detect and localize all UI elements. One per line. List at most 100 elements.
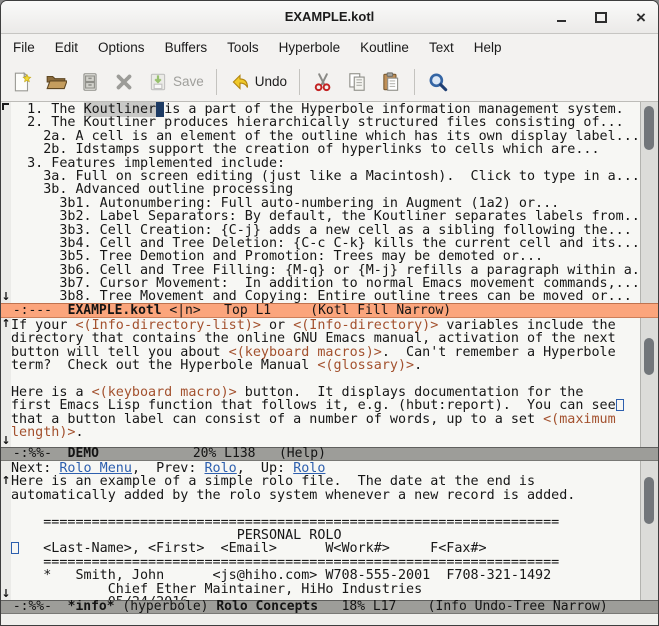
undo-icon <box>229 71 251 93</box>
hollow-cursor <box>615 399 624 412</box>
more-above-arrow-icon: ↑ <box>1 318 11 330</box>
menu-item-text[interactable]: Text <box>419 34 464 62</box>
hyperbole-button[interactable]: <(glossary)> <box>317 358 414 373</box>
more-below-arrow-icon: ↓ <box>1 587 11 600</box>
demo-help-buffer-text: If your <(Info-directory-list)> or <(Inf… <box>11 318 640 447</box>
menu-item-options[interactable]: Options <box>88 34 155 62</box>
more-below-arrow-icon: ↓ <box>1 290 11 303</box>
save-button-label: Save <box>173 74 204 89</box>
info-mode-line[interactable]: -:%%- *info* (hyperbole) Rolo Concepts 1… <box>1 600 658 614</box>
buffer-line: 3. Features implemented include: <box>11 156 640 170</box>
toolbar-separator <box>215 68 217 95</box>
menu-bar: File Edit Options Buffers Tools Hyperbole Kout… <box>1 34 658 62</box>
buffer-line: 2a. A cell is an element of the outline … <box>11 130 640 143</box>
mode-line-text: 18% L17 (Info Undo-Tree Narrow) <box>318 600 608 614</box>
buffer-line: automatically added by the rolo system w… <box>11 489 640 502</box>
undo-button[interactable]: Undo <box>229 71 287 93</box>
menu-item-buffers[interactable]: Buffers <box>155 34 218 62</box>
demo-mode-line[interactable]: -:%%- DEMO 20% L138 (Help) <box>1 447 658 461</box>
echo-area[interactable] <box>1 614 658 625</box>
mode-line-text: DEMO <box>67 447 99 461</box>
scrollbar-thumb[interactable] <box>644 338 654 375</box>
copy-button[interactable] <box>346 71 368 93</box>
hollow-cursor <box>11 542 19 555</box>
new-file-icon <box>11 71 33 93</box>
left-fringe: ↓ <box>1 102 11 303</box>
minimize-icon <box>556 20 566 22</box>
buffer-line: 3a. Full on screen editing (just like a … <box>11 170 640 183</box>
buffer-line: first Emacs Lisp function that follows i… <box>11 399 640 413</box>
left-fringe: ↑ ↓ <box>1 461 11 600</box>
text-segment: 05/24/2016 <box>11 595 189 600</box>
title-bar: EXAMPLE.kotl × <box>1 1 658 34</box>
text-segment: term? Check out the Hyperbole Manual <box>11 358 318 374</box>
text-segment: . <box>75 425 84 441</box>
paste-button[interactable] <box>380 71 402 93</box>
menu-item-tools[interactable]: Tools <box>217 34 269 62</box>
buffer-line: PERSONAL ROLO <box>11 529 640 542</box>
mode-line-text: -:%%- <box>5 447 68 461</box>
dired-button[interactable] <box>79 71 101 93</box>
buffer-line: If your <(Info-directory-list)> or <(Inf… <box>11 319 640 332</box>
left-fringe: ↑ ↓ <box>1 318 11 447</box>
buffer-line: ========================================… <box>11 556 640 569</box>
close-icon: × <box>636 7 646 27</box>
buffer-line: directory that contains the online GNU E… <box>11 332 640 345</box>
buffer-line: 3b8. Tree Movement and Copying: Entire o… <box>11 290 640 303</box>
maximize-icon <box>595 11 607 23</box>
buffer-line: 3b7. Cursor Movement: In addition to nor… <box>11 277 640 290</box>
new-file-button[interactable] <box>11 71 33 93</box>
menu-item-koutline[interactable]: Koutline <box>350 34 419 62</box>
open-file-button[interactable] <box>45 71 67 93</box>
scrollbar[interactable] <box>640 318 658 447</box>
menu-item-edit[interactable]: Edit <box>45 34 88 62</box>
hyperbole-button[interactable]: length)> <box>11 425 76 440</box>
more-below-arrow-icon: ↓ <box>1 434 11 447</box>
hyperbole-button[interactable]: <(maximum <box>543 412 616 427</box>
maximize-button[interactable] <box>590 6 612 28</box>
buffer-line: length)>. <box>11 426 640 439</box>
buffer-line <box>11 373 640 386</box>
cut-button[interactable] <box>312 71 334 93</box>
mode-line-text: <|n> Top L1 (Kotl Fill Narrow) <box>161 303 452 318</box>
kotl-mode-line[interactable]: -:--- EXAMPLE.kotl <|n> Top L1 (Kotl Fil… <box>1 303 658 318</box>
menu-item-help[interactable]: Help <box>464 34 512 62</box>
scrollbar[interactable] <box>640 102 658 303</box>
buffer-line: * Smith, John <js@hiho.com> W708-555-200… <box>11 569 640 582</box>
buffer-line: <Last-Name>, <First> <Email> W<Work#> F<… <box>11 542 640 556</box>
buffer-line: 3b6. Cell and Tree Filling: {M-q} or {M-… <box>11 263 640 277</box>
buffer-line: 2. The Koutliner produces hierarchically… <box>11 116 640 129</box>
buffer-line: 3b4. Cell and Tree Deletion: {C-c C-k} k… <box>11 237 640 250</box>
minimize-button[interactable] <box>550 6 572 28</box>
info-rolo-buffer-window[interactable]: ↑ ↓ Next: Rolo Menu, Prev: Rolo, Up: Rol… <box>1 461 658 600</box>
buffer-line: that a button label can consist of a num… <box>11 413 640 426</box>
paste-clipboard-icon <box>380 71 402 93</box>
open-folder-icon <box>45 71 67 93</box>
search-magnifier-icon <box>427 71 449 93</box>
save-button[interactable]: Save <box>147 71 204 93</box>
kill-buffer-button[interactable] <box>113 71 135 93</box>
mode-line-text: -:%%- <box>5 600 68 614</box>
cut-scissors-icon <box>312 71 334 93</box>
text-segment: automatically added by the rolo system w… <box>11 487 576 503</box>
mode-line-text: *info* <box>67 600 115 614</box>
scrollbar-thumb[interactable] <box>644 106 654 150</box>
scrollbar[interactable] <box>640 461 658 600</box>
mode-line-text: EXAMPLE.kotl <box>67 303 162 318</box>
buffer-line: 3b5. Tree Demotion and Promotion: Trees … <box>11 250 640 263</box>
mode-line-text: -:--- <box>5 303 68 318</box>
buffer-line <box>11 502 640 515</box>
info-rolo-buffer-text: Next: Rolo Menu, Prev: Rolo, Up: Rolo Her… <box>11 461 640 600</box>
buffer-line: Next: Rolo Menu, Prev: Rolo, Up: Rolo <box>11 462 640 475</box>
close-button[interactable]: × <box>630 6 652 28</box>
buffer-line: Chief Ether Maintainer, HiHo Industries <box>11 582 640 596</box>
kotl-buffer-window[interactable]: ↓ 1. The Koutliner is a part of the Hype… <box>1 102 658 303</box>
search-button[interactable] <box>427 71 449 93</box>
menu-item-hyperbole[interactable]: Hyperbole <box>269 34 351 62</box>
demo-help-buffer-window[interactable]: ↑ ↓ If your <(Info-directory-list)> or <… <box>1 318 658 447</box>
copy-icon <box>346 71 368 93</box>
scrollbar-thumb[interactable] <box>644 477 654 524</box>
file-cabinet-icon <box>79 71 101 93</box>
menu-item-file[interactable]: File <box>3 34 45 62</box>
toolbar-separator <box>414 68 416 95</box>
